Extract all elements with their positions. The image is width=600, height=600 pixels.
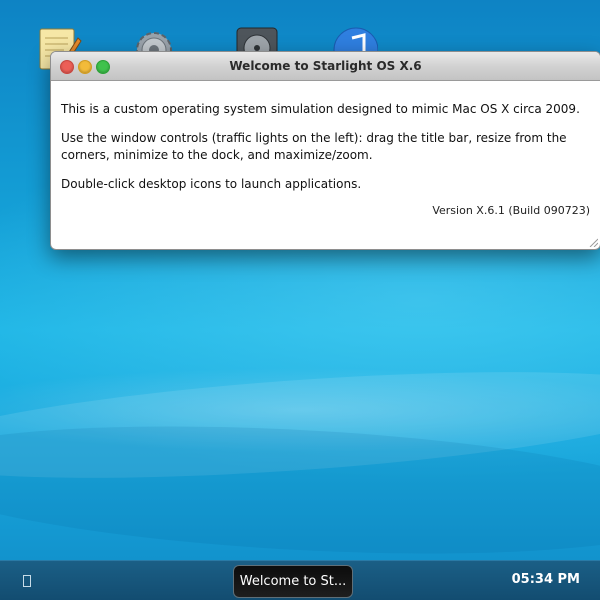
window-title-bar[interactable]: Welcome to Starlight OS X.6 [51,52,600,81]
wallpaper-wave [0,409,600,571]
welcome-window: Welcome to Starlight OS X.6 This is a cu… [50,51,600,250]
version-label: Version X.6.1 (Build 090723) [432,204,590,217]
icons-paragraph: Double-click desktop icons to launch app… [61,177,362,191]
taskbar: Welcome to St... 05:34 PM [0,560,600,600]
window-title: Welcome to Starlight OS X.6 [229,59,422,73]
wallpaper-wave [0,352,600,498]
placeholder-glyph-icon[interactable] [23,575,31,587]
clock: 05:34 PM [511,572,580,587]
window-content: This is a custom operating system simula… [51,81,600,193]
controls-paragraph: Use the window controls (traffic lights … [61,131,567,162]
desktop: Te Welcome to Starlight OS X. [0,0,600,600]
intro-paragraph: This is a custom operating system simula… [61,102,580,116]
resize-grip-icon[interactable] [588,237,598,247]
taskbar-item-welcome[interactable]: Welcome to St... [233,565,353,598]
